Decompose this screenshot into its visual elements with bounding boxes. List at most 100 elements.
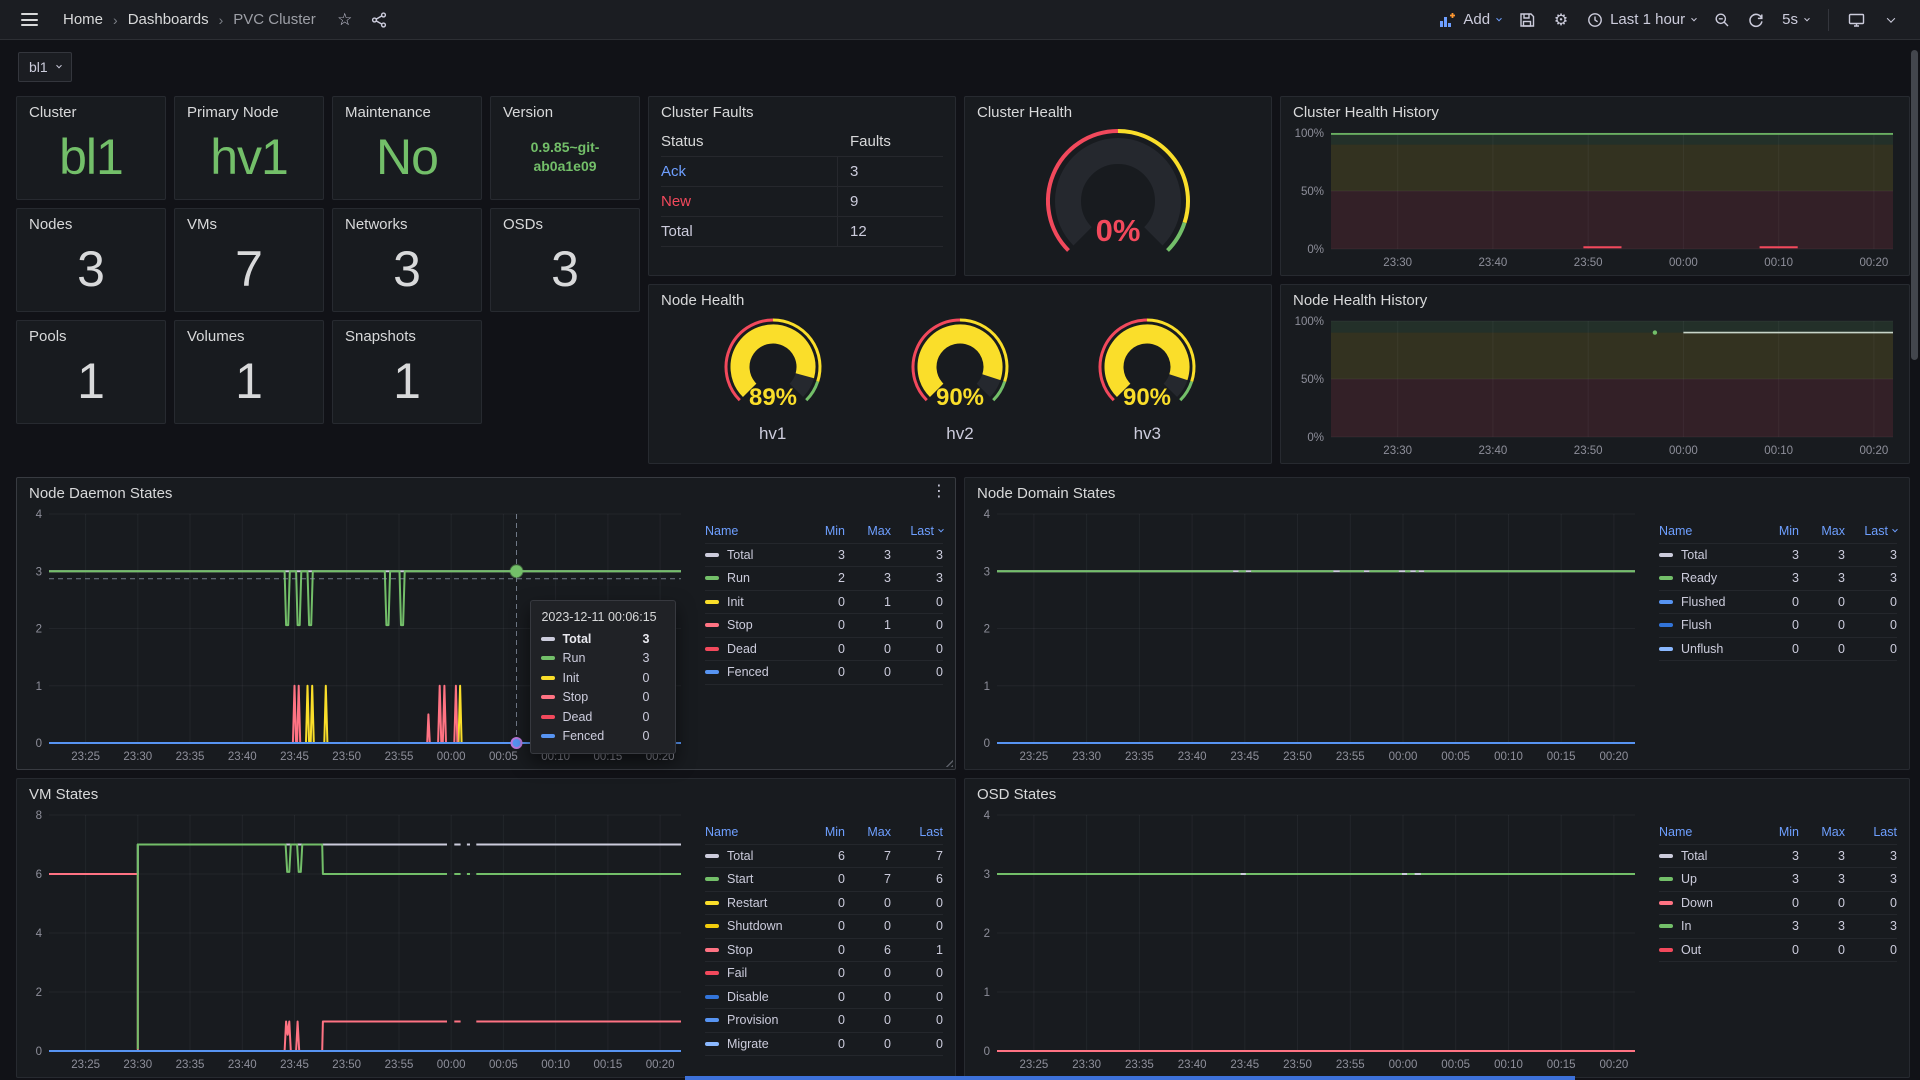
share-icon[interactable]	[364, 5, 394, 35]
legend-row-in[interactable]: In333	[1659, 915, 1897, 939]
stat-title-volumes[interactable]: Volumes	[175, 321, 323, 347]
panel-title-cluster-health[interactable]: Cluster Health	[965, 97, 1271, 123]
legend-row-stop[interactable]: Stop061	[705, 939, 943, 963]
stat-title-maintenance[interactable]: Maintenance	[333, 97, 481, 123]
stat-title-pools[interactable]: Pools	[17, 321, 165, 347]
tv-mode-button[interactable]	[1841, 5, 1872, 35]
legend-header: NameMinMaxLast	[1659, 520, 1897, 544]
svg-text:00:15: 00:15	[1547, 1059, 1576, 1071]
legend-col-max[interactable]: Max	[1799, 524, 1845, 538]
template-variable-dropdown[interactable]: bl1	[18, 52, 72, 82]
legend-row-total[interactable]: Total333	[1659, 544, 1897, 568]
panel-title-cluster-faults[interactable]: Cluster Faults	[649, 97, 955, 123]
stat-title-networks[interactable]: Networks	[333, 209, 481, 235]
legend-row-flushed[interactable]: Flushed000	[1659, 591, 1897, 615]
stat-panel-maintenance: MaintenanceNo	[332, 96, 482, 200]
svg-text:23:50: 23:50	[1283, 751, 1312, 763]
scrollbar-thumb[interactable]	[1911, 50, 1918, 360]
save-dashboard-button[interactable]	[1512, 5, 1542, 35]
legend-col-min[interactable]: Min	[805, 825, 845, 839]
legend-row-shutdown[interactable]: Shutdown000	[705, 915, 943, 939]
node-health-gauge-hv1: 89%hv1	[698, 311, 848, 444]
svg-text:90%: 90%	[1123, 384, 1171, 411]
add-button[interactable]: Add	[1432, 5, 1508, 35]
legend-row-fail[interactable]: Fail000	[705, 962, 943, 986]
legend-row-total[interactable]: Total333	[705, 544, 943, 568]
stat-title-vms[interactable]: VMs	[175, 209, 323, 235]
legend-row-total[interactable]: Total677	[705, 845, 943, 869]
legend-row-up[interactable]: Up333	[1659, 868, 1897, 892]
breadcrumb-home[interactable]: Home	[63, 11, 103, 28]
stat-title-nodes[interactable]: Nodes	[17, 209, 165, 235]
legend-row-total[interactable]: Total333	[1659, 845, 1897, 869]
legend-col-name[interactable]: Name	[1659, 524, 1759, 538]
fault-count: 3	[837, 157, 943, 186]
save-icon	[1519, 12, 1535, 28]
svg-text:23:25: 23:25	[71, 751, 100, 763]
dashboard-settings-button[interactable]: ⚙	[1546, 5, 1576, 35]
favorite-star-icon[interactable]: ☆	[330, 5, 360, 35]
legend-col-max[interactable]: Max	[845, 524, 891, 538]
time-range-picker[interactable]: Last 1 hour	[1580, 5, 1703, 35]
legend-col-name[interactable]: Name	[1659, 825, 1759, 839]
legend-col-last[interactable]: Last	[891, 524, 943, 538]
series-color-chip	[1659, 576, 1673, 580]
panel-title-node-domain-states[interactable]: Node Domain States	[965, 478, 1909, 504]
legend-col-min[interactable]: Min	[1759, 825, 1799, 839]
legend-row-disable[interactable]: Disable000	[705, 986, 943, 1010]
stat-title-version[interactable]: Version	[491, 97, 639, 123]
panel-title-osd-states[interactable]: OSD States	[965, 779, 1909, 805]
legend-col-last[interactable]: Last	[1845, 524, 1897, 538]
node-domain-states-chart[interactable]: 23:2523:3023:3523:4023:4523:5023:5500:00…	[971, 504, 1645, 765]
legend-col-max[interactable]: Max	[845, 825, 891, 839]
vm-states-chart[interactable]: 23:2523:3023:3523:4023:4523:5023:5500:00…	[23, 805, 691, 1073]
panel-title-cluster-health-history[interactable]: Cluster Health History	[1281, 97, 1909, 123]
panel-title-vm-states[interactable]: VM States	[17, 779, 955, 805]
monitor-icon	[1848, 12, 1865, 28]
osd-states-chart[interactable]: 23:2523:3023:3523:4023:4523:5023:5500:00…	[971, 805, 1645, 1073]
legend-col-last[interactable]: Last	[1845, 825, 1897, 839]
legend-col-name[interactable]: Name	[705, 524, 805, 538]
stat-title-snapshots[interactable]: Snapshots	[333, 321, 481, 347]
stat-panel-snapshots: Snapshots1	[332, 320, 482, 424]
legend-row-init[interactable]: Init010	[705, 591, 943, 615]
legend-col-min[interactable]: Min	[805, 524, 845, 538]
legend-col-max[interactable]: Max	[1799, 825, 1845, 839]
zoom-out-button[interactable]	[1707, 5, 1737, 35]
nav-collapse-chevron[interactable]	[1876, 5, 1906, 35]
legend-row-dead[interactable]: Dead000	[705, 638, 943, 662]
legend-row-out[interactable]: Out000	[1659, 939, 1897, 963]
series-color-chip	[1659, 623, 1673, 627]
legend-col-last[interactable]: Last	[891, 825, 943, 839]
node-health-history-chart[interactable]: 23:3023:4023:5000:0000:1000:200%50%100%	[1287, 311, 1903, 459]
stat-value-vms: 7	[235, 240, 263, 298]
svg-text:0: 0	[984, 1046, 990, 1058]
legend-row-migrate[interactable]: Migrate000	[705, 1033, 943, 1057]
legend-row-ready[interactable]: Ready333	[1659, 567, 1897, 591]
svg-text:23:30: 23:30	[123, 751, 152, 763]
legend-row-fenced[interactable]: Fenced000	[705, 661, 943, 685]
legend-row-run[interactable]: Run233	[705, 567, 943, 591]
legend-row-start[interactable]: Start076	[705, 868, 943, 892]
panel-menu-icon[interactable]: ⋮	[931, 484, 947, 500]
legend-row-restart[interactable]: Restart000	[705, 892, 943, 916]
panel-resize-handle[interactable]	[943, 757, 953, 767]
cluster-health-history-chart[interactable]: 23:3023:4023:5000:0000:1000:200%50%100%	[1287, 123, 1903, 271]
refresh-button[interactable]	[1741, 5, 1771, 35]
stat-title-osds[interactable]: OSDs	[491, 209, 639, 235]
legend-row-down[interactable]: Down000	[1659, 892, 1897, 916]
breadcrumb-dashboards[interactable]: Dashboards	[128, 11, 209, 28]
menu-toggle-button[interactable]	[14, 5, 51, 35]
panel-title-node-health[interactable]: Node Health	[649, 285, 1271, 311]
stat-title-primary-node[interactable]: Primary Node	[175, 97, 323, 123]
panel-title-node-health-history[interactable]: Node Health History	[1281, 285, 1909, 311]
legend-row-flush[interactable]: Flush000	[1659, 614, 1897, 638]
legend-col-name[interactable]: Name	[705, 825, 805, 839]
legend-row-unflush[interactable]: Unflush000	[1659, 638, 1897, 662]
panel-title-node-daemon-states[interactable]: Node Daemon States	[17, 478, 955, 504]
legend-row-provision[interactable]: Provision000	[705, 1009, 943, 1033]
stat-title-cluster[interactable]: Cluster	[17, 97, 165, 123]
legend-col-min[interactable]: Min	[1759, 524, 1799, 538]
legend-row-stop[interactable]: Stop010	[705, 614, 943, 638]
refresh-interval-dropdown[interactable]: 5s	[1775, 5, 1816, 35]
